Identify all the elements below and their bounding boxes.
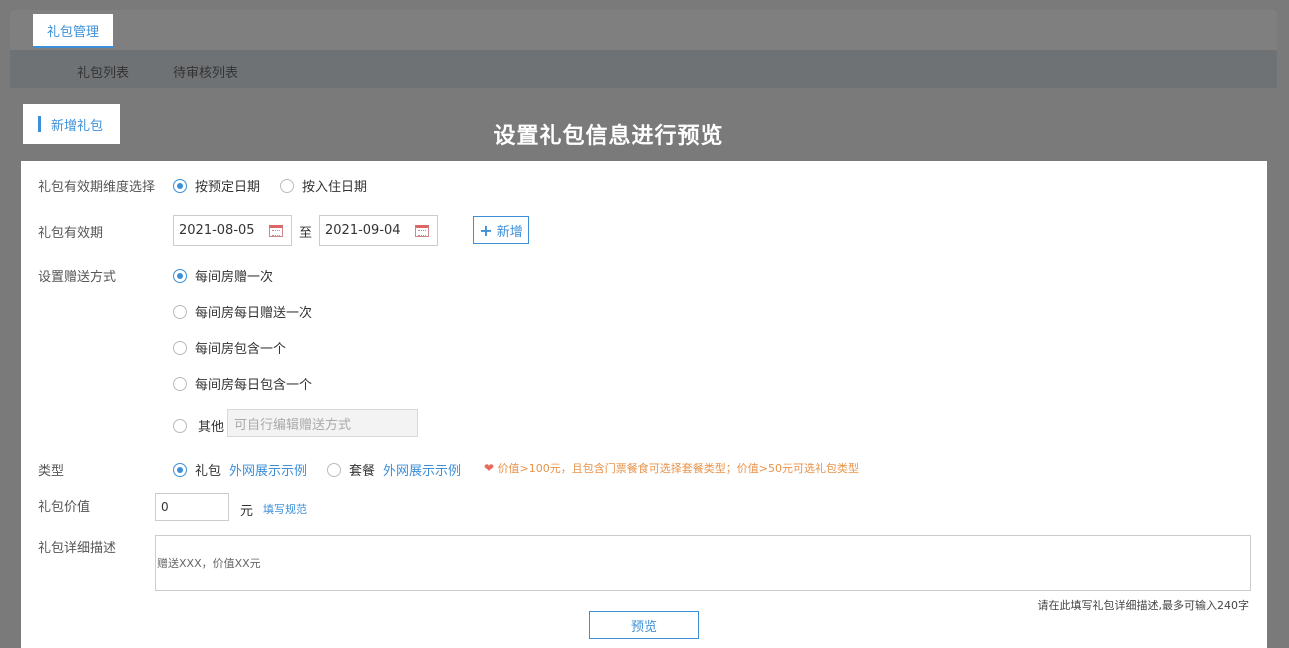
radio-by-checkin-date[interactable]: 按入住日期 <box>280 176 367 195</box>
to-separator: 至 <box>299 226 313 241</box>
add-period-label: 新增 <box>496 224 523 240</box>
radio-dot <box>173 178 187 193</box>
plus-icon: + <box>479 220 493 240</box>
description-hint: 请在此填写礼包详细描述,最多可输入240字 <box>1037 599 1250 612</box>
radio-per-room-daily-includes-one[interactable]: 每间房每日包含一个 <box>173 374 312 393</box>
radio-label: 礼包 <box>195 464 222 479</box>
calendar-icon[interactable] <box>415 225 429 237</box>
validity-period-label: 礼包有效期 <box>38 226 104 241</box>
radio-type-gift[interactable]: 礼包 <box>173 460 221 479</box>
radio-dot <box>327 462 341 477</box>
radio-per-room-daily-once[interactable]: 每间房每日赠送一次 <box>173 302 312 321</box>
start-date-value: 2021-08-05 <box>179 223 255 238</box>
radio-dot <box>173 304 187 319</box>
heart-icon: ❤ <box>484 461 495 475</box>
radio-label: 每间房包含一个 <box>195 342 287 357</box>
end-date-input[interactable]: 2021-09-04 <box>319 215 438 246</box>
description-textarea[interactable]: 赠送XXX，价值XX元 <box>155 535 1251 591</box>
radio-per-room-once[interactable]: 每间房赠一次 <box>173 266 273 285</box>
gift-method-label: 设置赠送方式 <box>38 270 117 285</box>
radio-other[interactable]: 其他 <box>173 416 224 435</box>
radio-label: 其他 <box>198 420 225 435</box>
radio-dot <box>280 178 294 193</box>
radio-label: 按预定日期 <box>195 180 261 195</box>
radio-label: 每间房每日赠送一次 <box>195 306 313 321</box>
description-label: 礼包详细描述 <box>38 541 117 556</box>
sub-tab-gift-list[interactable]: 礼包列表 <box>77 62 129 81</box>
overlay-title: 设置礼包信息进行预览 <box>493 124 724 149</box>
tab-gift-management[interactable]: 礼包管理 <box>33 14 113 48</box>
calendar-icon[interactable] <box>269 225 283 237</box>
other-method-input[interactable]: 可自行编辑赠送方式 <box>227 409 418 437</box>
validity-dimension-label: 礼包有效期维度选择 <box>38 180 156 195</box>
add-period-button[interactable]: + 新增 <box>473 216 529 244</box>
radio-dot <box>173 462 187 477</box>
currency-unit: 元 <box>240 504 254 519</box>
gift-value-input[interactable]: 0 <box>155 493 229 521</box>
radio-label: 每间房每日包含一个 <box>195 378 313 393</box>
end-date-value: 2021-09-04 <box>325 223 401 238</box>
radio-per-room-includes-one[interactable]: 每间房包含一个 <box>173 338 286 357</box>
radio-label: 套餐 <box>349 464 376 479</box>
package-example-link[interactable]: 外网展示示例 <box>383 460 461 479</box>
radio-dot <box>173 376 187 391</box>
radio-dot <box>173 340 187 355</box>
radio-dot <box>173 418 187 433</box>
radio-dot <box>173 268 187 283</box>
radio-label: 按入住日期 <box>302 180 368 195</box>
radio-label: 每间房赠一次 <box>195 270 274 285</box>
radio-type-package[interactable]: 套餐 <box>327 460 375 479</box>
type-hint: ❤ 价值>100元，且包含门票餐食可选择套餐类型；价值>50元可选礼包类型 <box>484 460 859 476</box>
top-panel <box>10 10 1277 50</box>
type-hint-text: 价值>100元，且包含门票餐食可选择套餐类型；价值>50元可选礼包类型 <box>497 462 859 475</box>
gift-example-link[interactable]: 外网展示示例 <box>229 460 307 479</box>
sub-tab-bar: 礼包列表 待审核列表 <box>10 50 1277 88</box>
value-label: 礼包价值 <box>38 500 91 515</box>
preview-button[interactable]: 预览 <box>589 611 699 639</box>
sub-tab-pending-review[interactable]: 待审核列表 <box>173 62 238 81</box>
start-date-input[interactable]: 2021-08-05 <box>173 215 292 246</box>
type-label: 类型 <box>38 464 65 479</box>
radio-by-booking-date[interactable]: 按预定日期 <box>173 176 260 195</box>
fill-rule-link[interactable]: 填写规范 <box>263 501 307 517</box>
